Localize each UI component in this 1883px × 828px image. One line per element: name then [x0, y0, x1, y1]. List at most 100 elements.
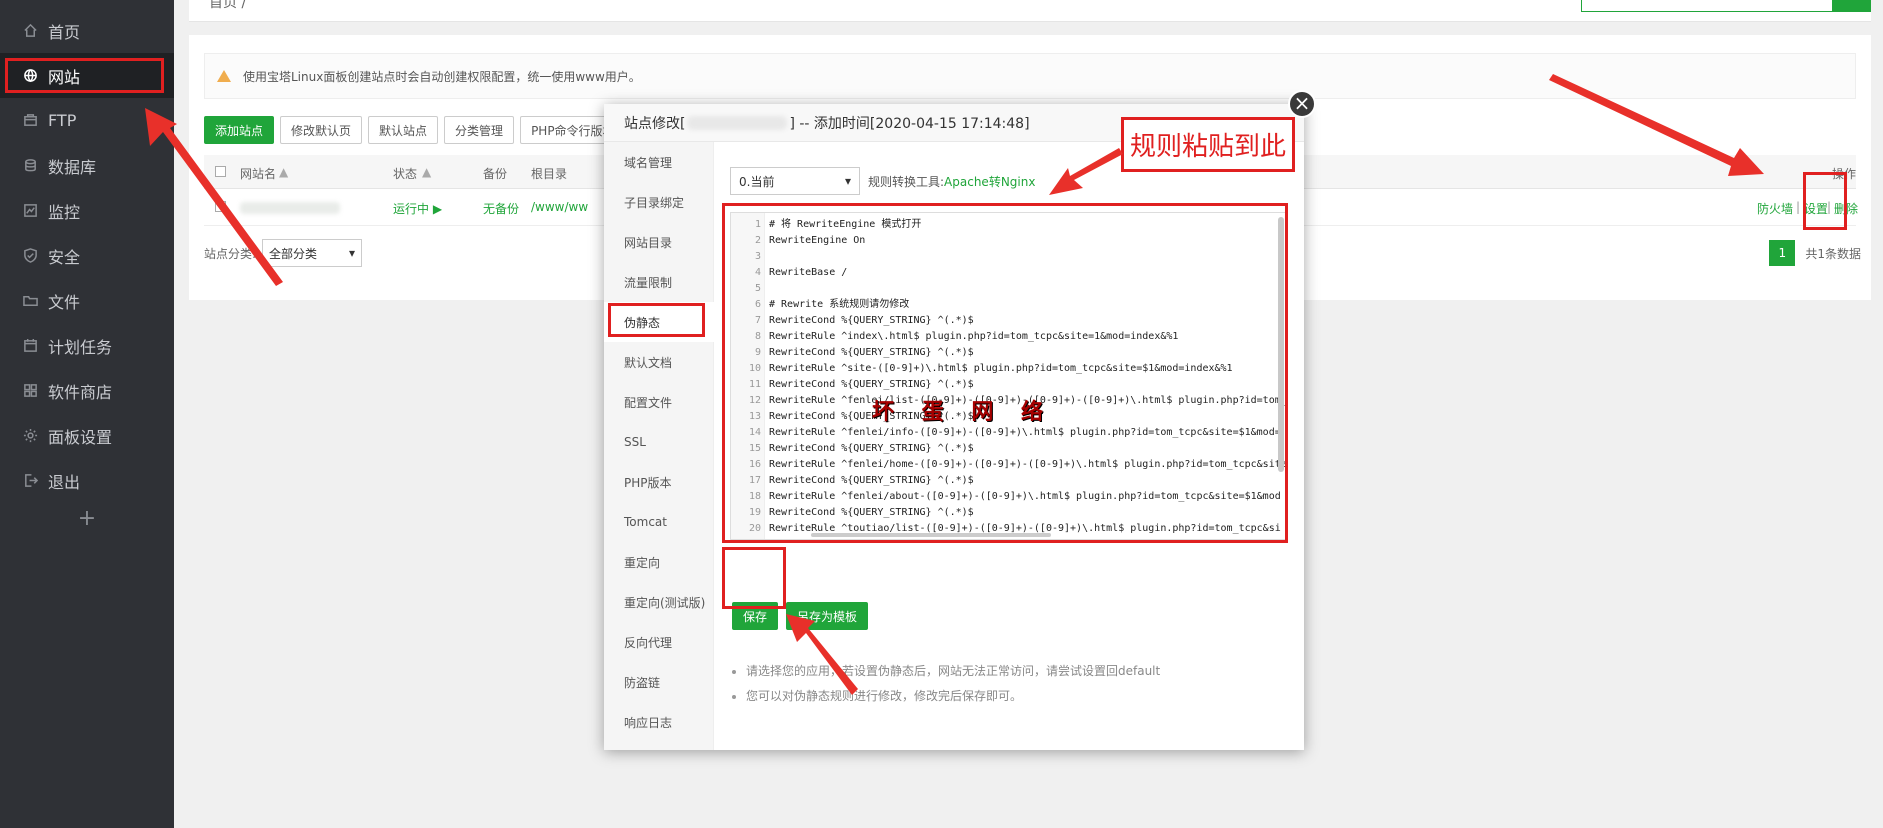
tab-response-log[interactable]: 响应日志 — [604, 702, 714, 742]
sidebar-item-ftp[interactable]: FTP — [0, 98, 174, 143]
tab-subdir[interactable]: 子目录绑定 — [604, 182, 714, 222]
search-button[interactable] — [1832, 0, 1870, 11]
sidebar-item-label: 监控 — [48, 202, 81, 222]
sidebar-item-label: FTP — [48, 111, 77, 130]
annotation-box-settings — [1803, 172, 1847, 230]
sidebar-item-label: 退出 — [48, 472, 81, 492]
gear-icon — [22, 428, 38, 444]
folder-icon — [22, 293, 38, 309]
tab-reverse-proxy[interactable]: 反向代理 — [604, 622, 714, 662]
ops-separator: | — [1796, 200, 1801, 214]
tab-redirect-beta[interactable]: 重定向(测试版) — [604, 582, 714, 622]
sidebar-item-database[interactable]: 数据库 — [0, 143, 174, 188]
sort-icon[interactable]: ▲ — [279, 165, 288, 179]
sidebar-add-button[interactable]: + — [0, 506, 174, 531]
sidebar-item-label: 软件商店 — [48, 382, 113, 402]
category-filter: 站点分类: 全部分类 ▾ — [204, 239, 363, 267]
column-name[interactable]: 网站名 — [240, 165, 276, 182]
sidebar-item-files[interactable]: 文件 — [0, 278, 174, 323]
rewrite-template-value: 0.当前 — [739, 174, 775, 189]
tab-default-doc[interactable]: 默认文档 — [604, 342, 714, 382]
status-running[interactable]: 运行中 ▶ — [393, 200, 442, 217]
ftp-icon — [22, 113, 38, 129]
save-as-template-button[interactable]: 另存为模板 — [786, 602, 869, 630]
category-manage-button[interactable]: 分类管理 — [444, 116, 515, 144]
notice-text: 使用宝塔Linux面板创建站点时会自动创建权限配置，统一使用www用户。 — [243, 69, 641, 84]
sidebar: 首页 网站 FTP 数据库 监控 安全 文件 计划任务 软件商店 面板设置 退出… — [0, 0, 174, 828]
sidebar-item-label: 面板设置 — [48, 427, 113, 447]
shield-icon — [22, 248, 38, 264]
column-backup: 备份 — [483, 167, 508, 181]
caret-down-icon: ▾ — [844, 174, 851, 188]
masked-domain — [687, 115, 788, 130]
sidebar-item-label: 首页 — [48, 22, 81, 42]
tab-php-version[interactable]: PHP版本 — [604, 462, 714, 502]
sidebar-item-label: 文件 — [48, 292, 81, 312]
sidebar-item-store[interactable]: 软件商店 — [0, 368, 174, 413]
add-site-button[interactable]: 添加站点 — [204, 116, 275, 144]
tab-traffic-limit[interactable]: 流量限制 — [604, 262, 714, 302]
sidebar-item-security[interactable]: 安全 — [0, 233, 174, 278]
annotation-callout: 规则粘贴到此 — [1121, 117, 1295, 172]
row-checkbox[interactable] — [215, 201, 226, 212]
convert-label: 规则转换工具: — [868, 174, 945, 189]
hint-item: 请选择您的应用，若设置伪静态后，网站无法正常访问，请尝试设置回default — [728, 659, 1160, 684]
backup-status[interactable]: 无备份 — [483, 200, 519, 217]
sidebar-item-label: 安全 — [48, 247, 81, 267]
modal-title-prefix: 站点修改[ — [624, 115, 686, 132]
sidebar-item-monitor[interactable]: 监控 — [0, 188, 174, 233]
monitor-icon — [22, 203, 38, 219]
category-label: 站点分类: — [204, 246, 257, 261]
tab-site-dir[interactable]: 网站目录 — [604, 222, 714, 262]
select-all-checkbox[interactable] — [215, 166, 226, 177]
annotation-box-save — [722, 547, 786, 609]
toolbar: 添加站点 修改默认页 默认站点 分类管理 PHP命令行版本 — [204, 116, 626, 144]
firewall-link[interactable]: 防火墙 — [1757, 200, 1793, 217]
breadcrumb-home[interactable]: 首页 — [209, 0, 237, 11]
annotation-box-website — [5, 58, 164, 93]
caret-down-icon: ▾ — [349, 246, 356, 260]
sidebar-item-label: 数据库 — [48, 157, 97, 177]
grid-icon — [22, 383, 38, 399]
convert-link[interactable]: Apache转Nginx — [944, 173, 1035, 190]
edit-default-page-button[interactable]: 修改默认页 — [280, 116, 363, 144]
tab-hotlink[interactable]: 防盗链 — [604, 662, 714, 702]
tab-ssl[interactable]: SSL — [604, 422, 714, 462]
sidebar-item-settings[interactable]: 面板设置 — [0, 413, 174, 458]
page-number[interactable]: 1 — [1769, 240, 1796, 266]
hint-item: 您可以对伪静态规则进行修改，修改完后保存即可。 — [728, 684, 1160, 709]
tab-config-file[interactable]: 配置文件 — [604, 382, 714, 422]
category-select[interactable]: 全部分类 ▾ — [262, 239, 363, 267]
sidebar-item-logout[interactable]: 退出 — [0, 458, 174, 503]
breadcrumb: 首页 / — [209, 0, 246, 12]
tab-domain[interactable]: 域名管理 — [604, 142, 714, 182]
sort-icon[interactable]: ▲ — [422, 165, 431, 179]
warning-icon — [217, 70, 231, 82]
default-site-button[interactable]: 默认站点 — [368, 116, 439, 144]
sidebar-item-cron[interactable]: 计划任务 — [0, 323, 174, 368]
tab-redirect[interactable]: 重定向 — [604, 542, 714, 582]
search-input[interactable] — [1581, 0, 1871, 12]
column-root: 根目录 — [531, 167, 568, 181]
sidebar-item-home[interactable]: 首页 — [0, 8, 174, 53]
column-status[interactable]: 状态 — [393, 165, 417, 182]
home-icon — [22, 23, 38, 39]
pagination: 1 共1条数据 — [1769, 240, 1861, 266]
pager-summary: 共1条数据 — [1805, 246, 1861, 261]
category-value: 全部分类 — [269, 246, 318, 261]
annotation-box-rewrite — [608, 303, 705, 337]
calendar-icon — [22, 338, 38, 354]
database-icon — [22, 158, 38, 174]
top-bar: 首页 / — [189, 0, 1871, 22]
rewrite-controls: 0.当前 ▾ 规则转换工具: Apache转Nginx — [730, 167, 1035, 195]
close-icon[interactable]: × — [1288, 90, 1316, 118]
hint-list: 请选择您的应用，若设置伪静态后，网站无法正常访问，请尝试设置回default 您… — [728, 659, 1160, 709]
site-name[interactable] — [240, 202, 340, 214]
notice-bar: 使用宝塔Linux面板创建站点时会自动创建权限配置，统一使用www用户。 — [204, 53, 1856, 99]
tab-tomcat[interactable]: Tomcat — [604, 502, 714, 542]
sidebar-item-label: 计划任务 — [48, 337, 113, 357]
modal-nav: 域名管理 子目录绑定 网站目录 流量限制 伪静态 默认文档 配置文件 SSL P… — [604, 142, 714, 750]
root-path[interactable]: /www/ww — [531, 200, 588, 214]
breadcrumb-separator: / — [241, 0, 247, 11]
rewrite-template-select[interactable]: 0.当前 ▾ — [730, 167, 860, 195]
